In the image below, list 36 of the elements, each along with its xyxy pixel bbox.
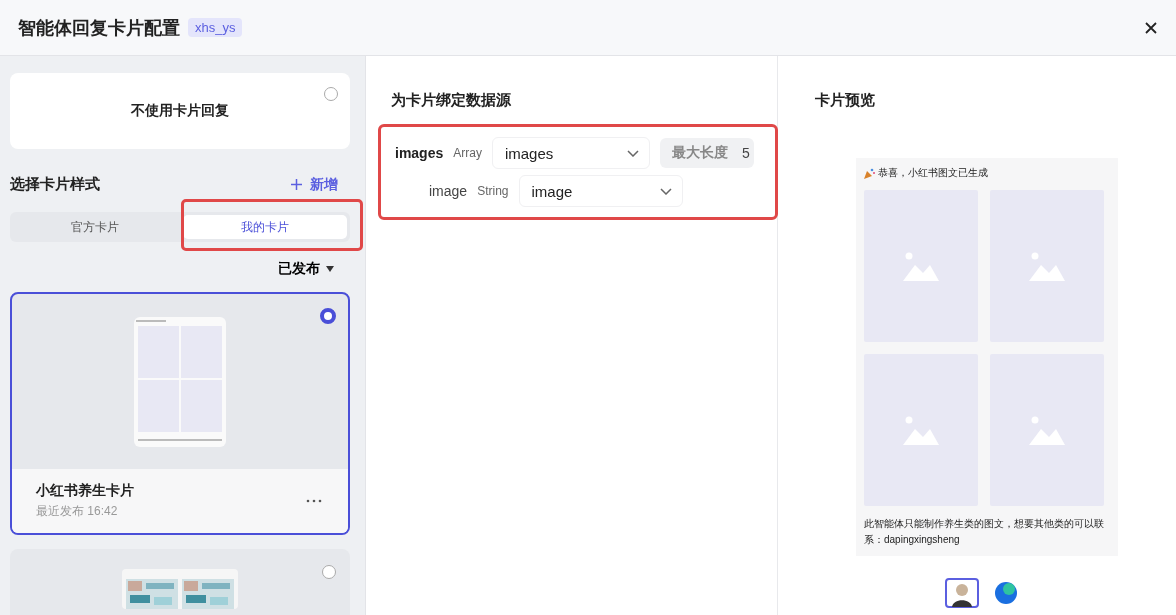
max-length-value: 5 (741, 145, 750, 161)
chevron-down-icon (626, 149, 639, 157)
section-title: 选择卡片样式 (10, 175, 100, 194)
preview-footer-text: 此智能体只能制作养生类的图文，想要其他类的可以联系：dapingxingsheng (864, 517, 1105, 547)
section-title: 为卡片绑定数据源 (391, 91, 512, 110)
no-card-label: 不使用卡片回复 (131, 102, 229, 120)
tab[interactable]: 官方卡片 (13, 215, 177, 239)
preview-heading: 恭喜，小红书图文已生成 (878, 166, 988, 180)
no-card-option[interactable]: 不使用卡片回复 (10, 73, 350, 149)
max-length-label: 最大长度 (671, 144, 728, 162)
party-popper-icon (864, 167, 875, 179)
chevron-down-icon (659, 187, 672, 195)
status-filter[interactable]: 已发布 (278, 260, 350, 278)
radio-button[interactable] (322, 565, 336, 579)
add-button[interactable]: 新增 (291, 175, 350, 194)
max-length-field[interactable]: 最大长度 5 (659, 138, 754, 168)
tab[interactable]: 我的卡片 (183, 215, 347, 239)
source-select[interactable]: images (491, 137, 650, 169)
radio-button[interactable] (324, 87, 338, 101)
card-publish-time: 最近发布 16:42 (36, 503, 119, 520)
card-name: 小红书养生卡片 (36, 482, 134, 500)
dialog-title: 智能体回复卡片配置 (18, 16, 180, 40)
close-icon[interactable] (1144, 20, 1158, 35)
avatar-icon[interactable] (945, 578, 979, 608)
card-item[interactable]: 小红书养生卡片 最近发布 16:42 (10, 292, 350, 535)
caret-icon (326, 266, 334, 272)
field-name: images (395, 145, 444, 161)
more-icon[interactable] (306, 499, 322, 503)
field-name: image (429, 183, 468, 199)
radio-button[interactable] (320, 308, 336, 324)
field-type: Array (453, 146, 482, 160)
plus-icon (291, 179, 302, 190)
agent-tag: xhs_ys (188, 18, 243, 37)
source-select[interactable]: image (518, 175, 683, 207)
field-type: String (477, 184, 509, 198)
section-title: 卡片预览 (815, 91, 876, 110)
